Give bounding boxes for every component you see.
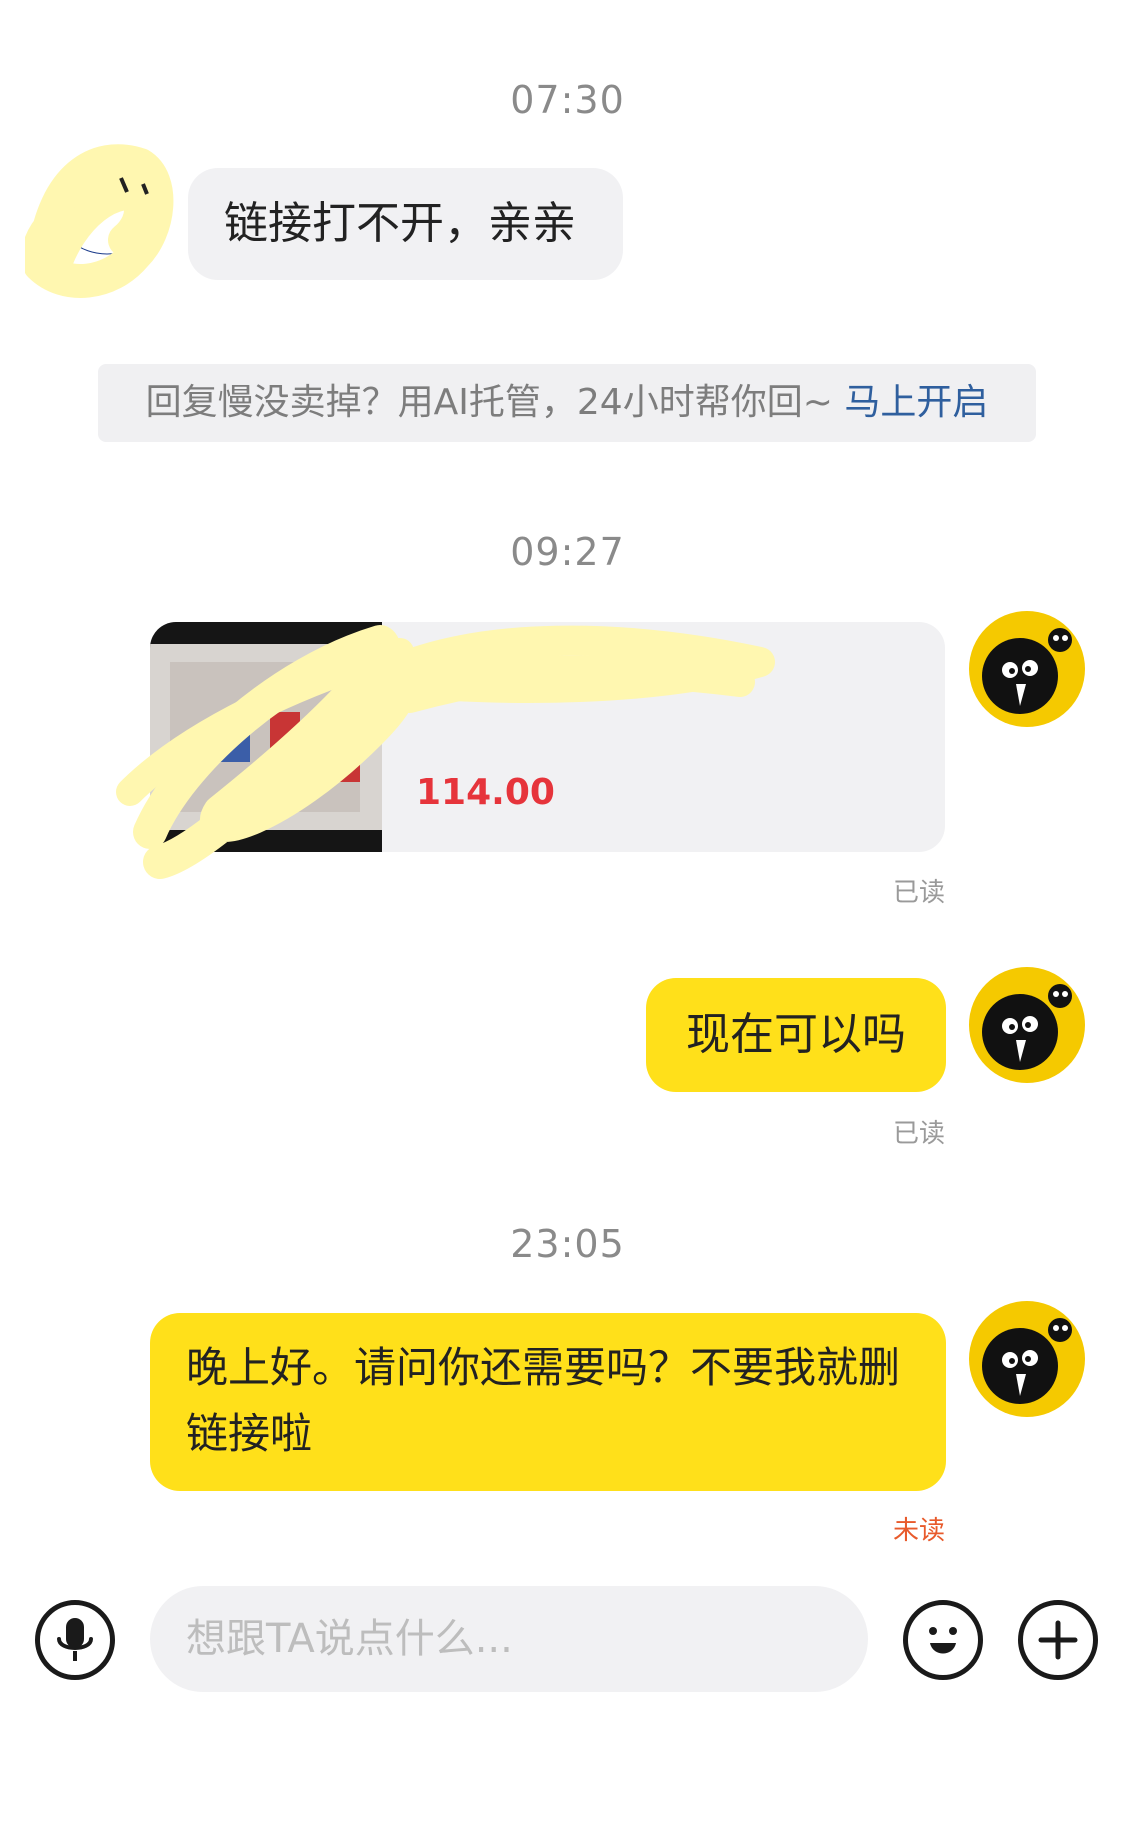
product-card[interactable]: 114.00 (150, 622, 945, 852)
contact-avatar[interactable] (21, 140, 175, 300)
message-input[interactable]: 想跟TA说点什么... (150, 1586, 868, 1692)
emoji-icon[interactable] (903, 1600, 983, 1680)
timestamp: 07:30 (510, 78, 625, 122)
outgoing-message-bubble[interactable]: 晚上好。请问你还需要吗？不要我就删链接啦 (150, 1313, 946, 1491)
avatar-redaction-scribble (21, 144, 174, 298)
message-input-bar: 想跟TA说点什么... (0, 1580, 1135, 1700)
read-status: 已读 (892, 878, 945, 908)
incoming-message-bubble[interactable]: 链接打不开，亲亲 (188, 168, 623, 280)
product-thumbnail (150, 622, 382, 852)
user-avatar[interactable] (968, 1300, 1086, 1418)
banner-text: 回复慢没卖掉？用AI托管，24小时帮你回~ (145, 382, 833, 423)
unread-status: 未读 (892, 1516, 945, 1546)
timestamp: 23:05 (510, 1222, 625, 1266)
timestamp: 09:27 (510, 530, 625, 574)
outgoing-message-bubble[interactable]: 现在可以吗 (646, 978, 946, 1092)
product-price: 114.00 (416, 772, 555, 813)
ai-assistant-banner: 回复慢没卖掉？用AI托管，24小时帮你回~ 马上开启 (98, 364, 1036, 442)
microphone-icon[interactable] (35, 1600, 115, 1680)
plus-icon[interactable] (1018, 1600, 1098, 1680)
user-avatar[interactable] (968, 966, 1086, 1084)
enable-ai-link[interactable]: 马上开启 (844, 382, 988, 423)
read-status: 已读 (892, 1119, 945, 1149)
user-avatar[interactable] (968, 610, 1086, 728)
